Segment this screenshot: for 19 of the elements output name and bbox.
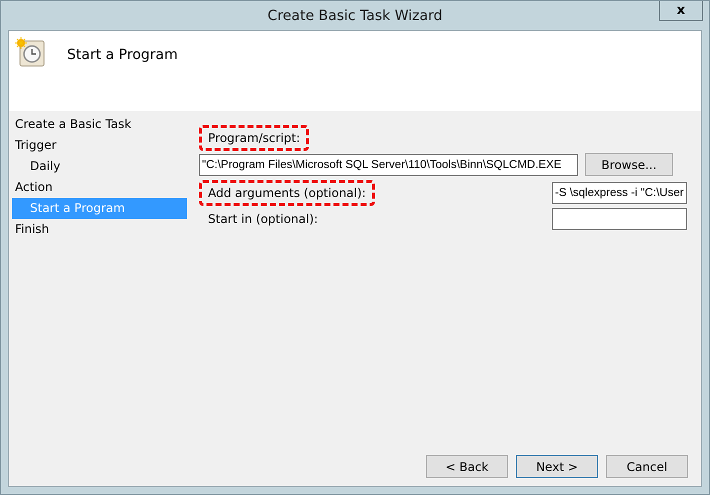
arguments-label: Add arguments (optional): xyxy=(199,180,375,206)
program-field[interactable]: "C:\Program Files\Microsoft SQL Server\110\Tools\Binn\SQLCMD.EXE xyxy=(199,154,578,176)
wizard-button[interactable]: < Back xyxy=(426,455,508,478)
start-in-field[interactable] xyxy=(552,208,687,230)
program-label: Program/script: xyxy=(199,125,310,151)
browse-button[interactable]: Browse... xyxy=(585,153,673,176)
clock-icon xyxy=(15,37,47,69)
start-in-label: Start in (optional): xyxy=(207,211,319,228)
wizard-step[interactable]: Action xyxy=(9,177,187,198)
wizard-button[interactable]: Next > xyxy=(516,455,598,478)
wizard-step[interactable]: Create a Basic Task xyxy=(9,114,187,135)
wizard-step[interactable]: Finish xyxy=(9,219,187,240)
close-button[interactable]: x xyxy=(659,1,703,21)
wizard-step[interactable]: Daily xyxy=(12,156,187,177)
page-title: Start a Program xyxy=(67,47,178,63)
wizard-button[interactable]: Cancel xyxy=(606,455,688,478)
wizard-step[interactable]: Trigger xyxy=(9,135,187,156)
arguments-field[interactable]: -S \sqlexpress -i "C:\User xyxy=(552,182,687,204)
window-title: Create Basic Task Wizard xyxy=(268,8,442,24)
